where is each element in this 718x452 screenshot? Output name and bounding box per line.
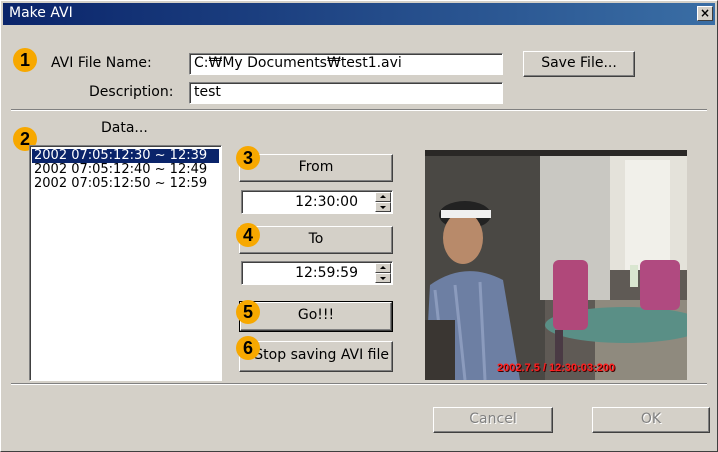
to-time-spinner[interactable]: 12:59:59: [241, 261, 393, 285]
file-name-input[interactable]: C:₩My Documents₩test1.avi: [189, 53, 503, 75]
description-input[interactable]: test: [189, 82, 503, 104]
close-icon: ×: [699, 6, 711, 20]
spin-up-icon[interactable]: [375, 263, 391, 273]
to-time-value[interactable]: 12:59:59: [241, 261, 393, 285]
preview-image: [425, 150, 687, 380]
to-spin-buttons[interactable]: [375, 263, 391, 283]
callout-badge-3: 3: [236, 146, 260, 170]
from-button[interactable]: From: [239, 154, 393, 182]
data-listbox[interactable]: 2002 07:05:12:30 ~ 12:39 2002 07:05:12:4…: [29, 145, 222, 381]
make-avi-dialog: Make AVI × 1 AVI File Name: C:₩My Docume…: [0, 0, 718, 452]
spin-down-icon[interactable]: [375, 202, 391, 212]
from-time-spinner[interactable]: 12:30:00: [241, 190, 393, 214]
spin-down-icon[interactable]: [375, 273, 391, 283]
callout-badge-4: 4: [236, 223, 260, 247]
callout-badge-1: 1: [13, 48, 37, 72]
stop-saving-label: Stop saving AVI file: [254, 347, 389, 363]
file-name-label: AVI File Name:: [51, 55, 152, 71]
save-file-button[interactable]: Save File...: [523, 51, 635, 77]
bottom-separator: [11, 383, 707, 385]
ok-button[interactable]: OK: [592, 407, 710, 433]
spin-up-icon[interactable]: [375, 192, 391, 202]
list-item[interactable]: 2002 07:05:12:40 ~ 12:49: [32, 163, 219, 177]
preview-timestamp: 2002.7.5 / 12:30:03:200: [497, 362, 616, 374]
list-item[interactable]: 2002 07:05:12:30 ~ 12:39: [32, 149, 219, 163]
list-item[interactable]: 2002 07:05:12:50 ~ 12:59: [32, 177, 219, 191]
from-spin-buttons[interactable]: [375, 192, 391, 212]
data-list-label: Data...: [101, 120, 148, 136]
video-preview: 2002.7.5 / 12:30:03:200: [425, 150, 687, 380]
to-button[interactable]: To: [239, 226, 393, 254]
cancel-button[interactable]: Cancel: [433, 407, 553, 433]
title-bar[interactable]: Make AVI ×: [3, 3, 715, 25]
close-button[interactable]: ×: [697, 6, 713, 21]
go-button[interactable]: Go!!!: [239, 301, 393, 332]
from-time-value[interactable]: 12:30:00: [241, 190, 393, 214]
stop-saving-button[interactable]: Stop saving AVI file: [239, 341, 393, 372]
window-title: Make AVI: [9, 5, 73, 21]
top-separator: [11, 109, 707, 111]
callout-badge-5: 5: [236, 300, 260, 324]
description-label: Description:: [89, 84, 174, 100]
callout-badge-6: 6: [236, 336, 260, 360]
